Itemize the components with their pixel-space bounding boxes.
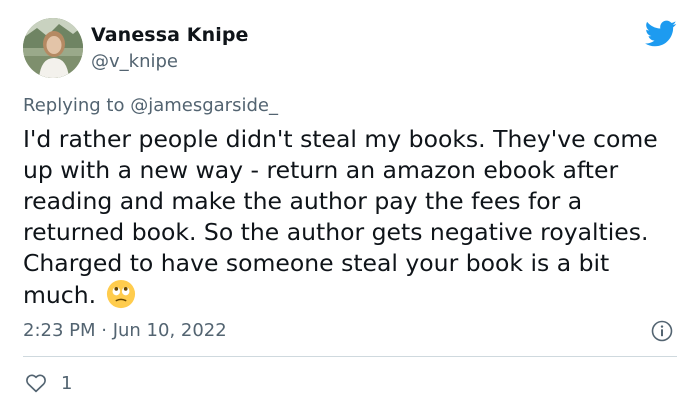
like-action[interactable]: 1 bbox=[25, 372, 72, 394]
author-handle[interactable]: @v_knipe bbox=[91, 51, 178, 72]
tweet-text: I'd rather people didn't steal my books.… bbox=[23, 124, 683, 311]
reply-context: Replying to @jamesgarside_ bbox=[23, 95, 278, 116]
reply-prefix: Replying to bbox=[23, 95, 131, 116]
twitter-bird-icon[interactable] bbox=[645, 20, 677, 48]
like-count: 1 bbox=[61, 372, 73, 394]
tweet-timestamp[interactable]: 2:23 PM · Jun 10, 2022 bbox=[23, 320, 227, 341]
divider bbox=[23, 356, 677, 357]
author-display-name[interactable]: Vanessa Knipe bbox=[91, 24, 249, 46]
face-with-rolling-eyes-icon bbox=[106, 279, 135, 309]
tweet-card: Vanessa Knipe @v_knipe Replying to @jame… bbox=[0, 0, 700, 410]
info-icon[interactable] bbox=[651, 320, 673, 342]
heart-icon[interactable] bbox=[25, 373, 47, 393]
reply-mention-link[interactable]: @jamesgarside_ bbox=[130, 95, 278, 116]
avatar[interactable] bbox=[23, 18, 83, 78]
